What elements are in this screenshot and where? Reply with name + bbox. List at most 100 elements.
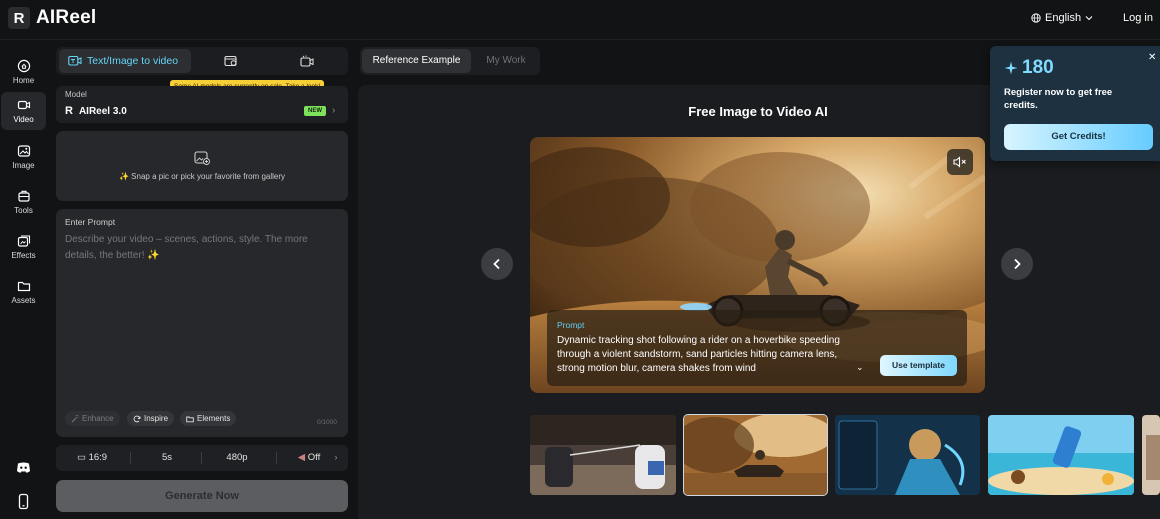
nav-label-image: Image <box>12 161 35 170</box>
mute-toggle-button[interactable] <box>947 149 973 175</box>
thumbnail-beach-drink[interactable] <box>988 415 1134 495</box>
nav-item-home[interactable]: Home <box>1 53 46 91</box>
thumbnail-image <box>988 415 1134 495</box>
credits-amount: 180 <box>1022 57 1054 78</box>
model-label: Model <box>65 90 87 99</box>
generate-button[interactable]: Generate Now <box>56 480 348 512</box>
divider <box>201 452 202 464</box>
sparkle-icon <box>1004 61 1018 75</box>
nav-item-image[interactable]: Image <box>1 138 46 176</box>
speaker-muted-icon <box>953 156 966 168</box>
model-selector[interactable]: Model R AIReel 3.0 NEW › <box>56 86 348 123</box>
text-image-video-icon <box>68 55 82 66</box>
divider <box>130 452 131 464</box>
chevron-right-icon <box>1014 258 1021 270</box>
elements-icon <box>186 416 194 422</box>
prompt-panel: Enter Prompt Describe your video – scene… <box>56 209 348 437</box>
logo-mark-icon: R <box>8 7 30 29</box>
inspire-button[interactable]: Inspire <box>127 411 175 426</box>
app-logo[interactable]: R AIReel <box>8 7 96 29</box>
sound-setting[interactable]: ◀ Off <box>289 445 329 471</box>
thumbnail-samurai-cats[interactable] <box>530 415 676 495</box>
thumbnail-image <box>835 415 980 495</box>
chevron-down-icon <box>1085 16 1093 21</box>
promo-text: Register now to get free credits. <box>1004 87 1113 111</box>
speaker-muted-icon: ◀ <box>297 452 306 463</box>
thumbnail-image <box>1142 415 1160 495</box>
enhance-label: Enhance <box>82 414 114 423</box>
next-button[interactable] <box>1001 248 1033 280</box>
chevron-right-icon: › <box>332 105 336 116</box>
use-template-button[interactable]: Use template <box>880 355 957 376</box>
overlay-prompt-text: Dynamic tracking shot following a rider … <box>557 335 840 374</box>
tab-label-text-image: Text/Image to video <box>87 55 179 67</box>
expand-chevron-icon[interactable]: ⌄ <box>856 362 864 373</box>
inspire-label: Inspire <box>144 414 169 423</box>
thumbnail-hoverbike-sandstorm[interactable] <box>683 414 828 496</box>
enhance-button[interactable]: Enhance <box>65 411 120 426</box>
nav-item-effects[interactable]: Effects <box>1 228 46 266</box>
chevron-left-icon <box>493 258 500 270</box>
tab-text-image-to-video[interactable]: Text/Image to video <box>59 49 191 73</box>
prompt-input[interactable]: Describe your video – scenes, actions, s… <box>65 232 327 264</box>
left-nav: Home Video Image Tools Effects Assets <box>0 40 47 519</box>
nav-label-effects: Effects <box>11 251 36 260</box>
elements-button[interactable]: Elements <box>180 411 237 426</box>
mobile-icon[interactable] <box>15 493 32 510</box>
aspect-ratio-setting[interactable]: ▭ 16:9 <box>70 445 114 471</box>
image-icon <box>17 145 30 157</box>
duration-setting[interactable]: 5s <box>148 445 186 471</box>
stage-tabs: Reference Example My Work <box>360 47 540 75</box>
magic-wand-icon <box>71 414 79 422</box>
model-name: AIReel 3.0 <box>78 105 127 117</box>
prompt-overlay-card: Prompt Dynamic tracking shot following a… <box>547 310 967 386</box>
overlay-prompt-label: Prompt <box>557 320 585 330</box>
nav-label-home: Home <box>12 76 35 85</box>
tools-icon <box>17 190 30 202</box>
image-upload-area[interactable]: ✨ Snap a pic or pick your favorite from … <box>56 131 348 201</box>
thumbnail-image <box>684 415 827 495</box>
get-credits-button[interactable]: Get Credits! <box>1004 124 1153 150</box>
language-label: English <box>1045 12 1082 24</box>
nav-label-assets: Assets <box>11 296 36 305</box>
aspect-ratio-value: 16:9 <box>88 452 108 463</box>
upload-hint: ✨ Snap a pic or pick your favorite from … <box>118 172 286 181</box>
divider <box>276 452 277 464</box>
aspect-ratio-icon: ▭ <box>76 452 86 463</box>
app-name: AIReel <box>36 7 97 28</box>
nav-item-video[interactable]: Video <box>1 92 46 130</box>
thumbnail-image <box>530 415 676 495</box>
tab-my-work[interactable]: My Work <box>474 49 538 73</box>
home-icon <box>17 59 30 73</box>
creation-mode-tabs: Text/Image to video <box>56 47 348 75</box>
promo-credits: 180 <box>1004 57 1054 79</box>
chevron-right-icon: › <box>334 452 338 463</box>
elements-label: Elements <box>197 414 231 423</box>
video-effects-icon[interactable] <box>300 55 314 67</box>
close-icon[interactable]: ✕ <box>1148 52 1156 63</box>
language-selector[interactable]: English <box>1031 12 1093 24</box>
folder-icon <box>17 281 30 292</box>
login-link[interactable]: Log in <box>1123 12 1153 24</box>
globe-icon <box>1031 13 1041 23</box>
refresh-icon <box>133 415 141 422</box>
previous-button[interactable] <box>481 248 513 280</box>
nav-item-tools[interactable]: Tools <box>1 183 46 221</box>
nav-label-tools: Tools <box>14 206 33 215</box>
add-image-icon <box>194 151 210 165</box>
prompt-label: Enter Prompt <box>65 217 116 227</box>
nav-item-assets[interactable]: Assets <box>1 273 46 311</box>
thumbnail-partial[interactable] <box>1142 415 1160 495</box>
resolution-setting[interactable]: 480p <box>216 445 258 471</box>
new-badge: NEW <box>304 106 326 116</box>
sound-value: Off <box>307 452 321 463</box>
model-logo-icon: R <box>65 105 73 117</box>
reference-video-icon[interactable] <box>224 55 238 67</box>
thumbnail-game-hero-card[interactable] <box>835 415 980 495</box>
top-bar: R AIReel English Log in <box>0 0 1160 40</box>
generation-settings-bar[interactable]: ▭ 16:9 5s 480p ◀ Off › <box>56 445 348 471</box>
discord-icon[interactable] <box>15 459 32 476</box>
character-counter: 0/1000 <box>317 419 337 426</box>
video-icon <box>17 100 30 110</box>
tab-reference-example[interactable]: Reference Example <box>362 49 471 73</box>
